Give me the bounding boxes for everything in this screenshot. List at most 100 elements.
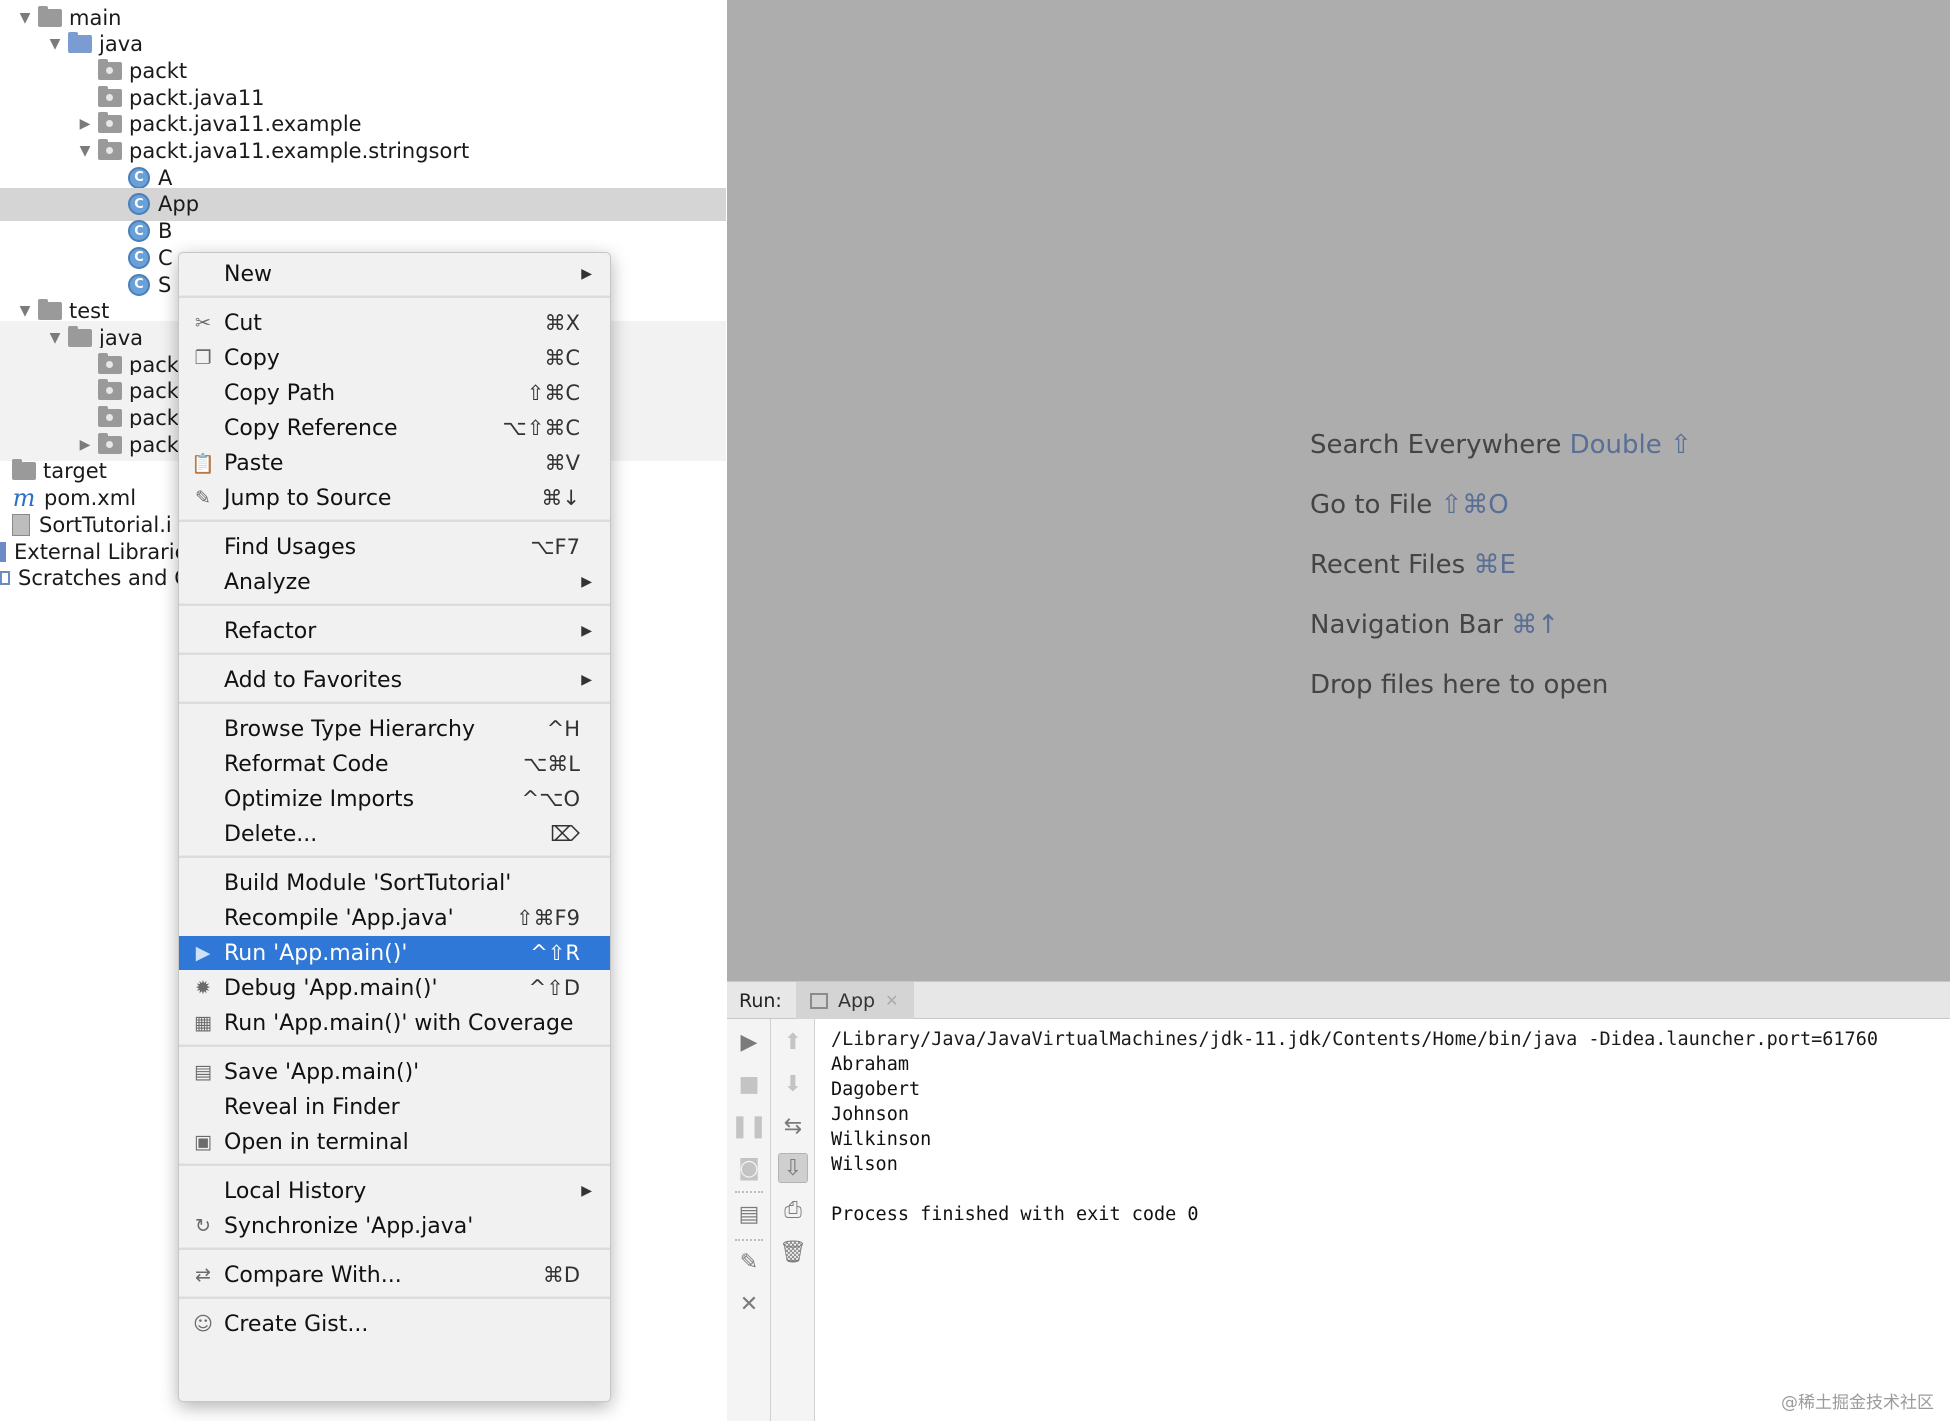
menu-item-debug-app-main[interactable]: ✹ Debug 'App.main()' ^⇧D	[179, 971, 610, 1005]
menu-item-reformat-code[interactable]: Reformat Code ⌥⌘L	[179, 747, 610, 781]
menu-item-label: Reveal in Finder	[224, 1094, 400, 1120]
menu-item-label: Open in terminal	[224, 1129, 409, 1155]
menu-item-run-app-main[interactable]: ▶ Run 'App.main()' ^⇧R	[179, 936, 610, 970]
tree-item-label: SortTutorial.i	[39, 512, 172, 537]
jump-source-icon: ✎	[195, 487, 211, 509]
menu-item-compare-with[interactable]: ⇄ Compare With... ⌘D	[179, 1258, 610, 1292]
menu-shortcut: ^⇧R	[530, 941, 580, 965]
trash-icon[interactable]: 🗑	[778, 1237, 808, 1267]
java-class-icon: C	[128, 166, 150, 189]
pause-icon[interactable]: ❚❚	[731, 1111, 768, 1141]
menu-separator	[179, 652, 610, 655]
menu-item-recompile-app-java[interactable]: Recompile 'App.java' ⇧⌘F9	[179, 901, 610, 935]
pin-icon[interactable]: ✎	[734, 1247, 764, 1277]
menu-item-browse-type-hierarchy[interactable]: Browse Type Hierarchy ^H	[179, 712, 610, 746]
menu-item-jump-to-source[interactable]: ✎ Jump to Source ⌘↓	[179, 481, 610, 515]
menu-separator	[179, 295, 610, 298]
down-arrow-icon[interactable]: ⬇	[778, 1069, 808, 1099]
folder-icon	[38, 299, 62, 321]
run-tab-app[interactable]: App ✕	[796, 982, 914, 1019]
menu-item-refactor[interactable]: Refactor ▶	[179, 614, 610, 648]
tree-item-label: main	[69, 5, 122, 30]
print-icon[interactable]: ⎙	[778, 1195, 808, 1225]
menu-item-local-history[interactable]: Local History ▶	[179, 1174, 610, 1208]
scroll-to-end-icon[interactable]: ⇩	[778, 1153, 808, 1183]
console-output[interactable]: /Library/Java/JavaVirtualMachines/jdk-11…	[831, 1019, 1950, 1421]
menu-shortcut: ⌥⌘L	[523, 752, 580, 776]
menu-item-new[interactable]: New ▶	[179, 257, 610, 291]
java-class-icon: C	[128, 220, 150, 243]
menu-item-run-app-main-with-coverage[interactable]: ▦ Run 'App.main()' with Coverage	[179, 1006, 610, 1040]
layout-icon[interactable]: ▤	[734, 1199, 764, 1229]
expanded-arrow-icon[interactable]: ▼	[42, 36, 68, 52]
watermark: @稀土掘金技术社区	[1781, 1393, 1934, 1413]
menu-separator	[179, 1163, 610, 1166]
run-icon: ▶	[195, 942, 211, 964]
coverage-icon: ▦	[194, 1012, 212, 1034]
hint-navigation-bar: Navigation Bar ⌘↑	[1310, 610, 1560, 640]
package-icon	[98, 139, 122, 160]
menu-item-delete[interactable]: Delete... ⌦	[179, 817, 610, 851]
up-arrow-icon[interactable]: ⬆	[778, 1027, 808, 1057]
menu-item-add-to-favorites[interactable]: Add to Favorites ▶	[179, 663, 610, 697]
submenu-arrow-icon: ▶	[581, 574, 592, 590]
console-command-line: /Library/Java/JavaVirtualMachines/jdk-11…	[831, 1029, 1878, 1050]
console-line: Wilson	[831, 1154, 898, 1175]
run-toolbar-left: ▶ ■ ❚❚ ◙ ▤ ✎ ✕	[727, 1019, 771, 1421]
tree-item-label: packt.java11.example	[129, 112, 362, 137]
tree-item-label: External Librarie	[14, 539, 188, 564]
menu-shortcut: ^H	[546, 717, 580, 741]
menu-item-create-gist[interactable]: ☺ Create Gist...	[179, 1307, 610, 1341]
package-icon	[98, 379, 122, 401]
collapsed-arrow-icon[interactable]: ▶	[72, 116, 98, 132]
menu-shortcut: ⌘D	[542, 1263, 580, 1287]
stop-icon[interactable]: ■	[734, 1069, 764, 1099]
file-icon	[12, 513, 30, 536]
menu-item-label: Paste	[224, 450, 284, 476]
menu-item-analyze[interactable]: Analyze ▶	[179, 565, 610, 599]
submenu-arrow-icon: ▶	[581, 623, 592, 639]
menu-item-label: Run 'App.main()'	[224, 940, 408, 966]
menu-item-build-module-sorttutorial[interactable]: Build Module 'SortTutorial'	[179, 866, 610, 900]
package-icon	[98, 432, 122, 454]
menu-shortcut: ⇧⌘F9	[515, 906, 580, 930]
expanded-arrow-icon[interactable]: ▼	[72, 143, 98, 159]
tree-item-label: pack	[129, 352, 179, 377]
menu-item-label: Local History	[224, 1178, 367, 1204]
tree-item-label: pom.xml	[44, 486, 137, 511]
menu-item-synchronize-app-java[interactable]: ↻ Synchronize 'App.java'	[179, 1209, 610, 1243]
tree-item-label: test	[69, 299, 110, 324]
menu-item-paste[interactable]: 📋 Paste ⌘V	[179, 446, 610, 480]
menu-item-copy[interactable]: ❐ Copy ⌘C	[179, 341, 610, 375]
menu-item-optimize-imports[interactable]: Optimize Imports ^⌥O	[179, 782, 610, 816]
scratch-icon	[0, 571, 10, 586]
menu-item-copy-reference[interactable]: Copy Reference ⌥⇧⌘C	[179, 411, 610, 445]
menu-item-cut[interactable]: ✂ Cut ⌘X	[179, 306, 610, 340]
menu-shortcut: ^⇧D	[528, 976, 580, 1000]
close-tab-icon[interactable]: ✕	[885, 991, 898, 1010]
menu-item-copy-path[interactable]: Copy Path ⇧⌘C	[179, 376, 610, 410]
collapsed-arrow-icon[interactable]: ▶	[72, 437, 98, 453]
run-label: Run:	[739, 990, 782, 1012]
menu-separator	[179, 1044, 610, 1047]
github-icon: ☺	[193, 1313, 213, 1335]
soft-wrap-icon[interactable]: ⇆	[778, 1111, 808, 1141]
tree-item-label: java	[99, 32, 143, 57]
menu-item-open-in-terminal[interactable]: ▣ Open in terminal	[179, 1125, 610, 1159]
expanded-arrow-icon[interactable]: ▼	[42, 330, 68, 346]
expanded-arrow-icon[interactable]: ▼	[12, 10, 38, 26]
tree-item-label: packt.java11.example.stringsort	[129, 139, 470, 163]
source-folder-icon	[68, 32, 92, 54]
menu-item-reveal-in-finder[interactable]: Reveal in Finder	[179, 1090, 610, 1124]
close-icon[interactable]: ✕	[734, 1289, 764, 1319]
menu-item-save-app-main[interactable]: ▤ Save 'App.main()'	[179, 1055, 610, 1089]
menu-separator	[179, 1296, 610, 1299]
expanded-arrow-icon[interactable]: ▼	[12, 303, 38, 319]
java-class-icon: C	[128, 193, 150, 216]
camera-icon[interactable]: ◙	[734, 1153, 764, 1183]
menu-shortcut: ⌥F7	[530, 535, 580, 559]
rerun-icon[interactable]: ▶	[734, 1027, 764, 1057]
run-toolbar-right: ⬆ ⬇ ⇆ ⇩ ⎙ 🗑	[771, 1019, 815, 1421]
menu-item-label: Synchronize 'App.java'	[224, 1213, 474, 1239]
menu-item-find-usages[interactable]: Find Usages ⌥F7	[179, 530, 610, 564]
